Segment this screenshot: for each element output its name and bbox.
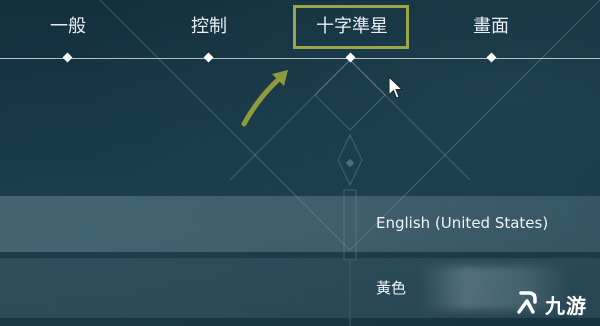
watermark-logo-icon xyxy=(517,291,537,314)
mouse-pointer-icon xyxy=(388,76,404,99)
tab-divider-line xyxy=(0,58,600,59)
watermark: 九游 xyxy=(515,286,595,320)
settings-tab-bar: 一般 控制 十字準星 畫面 xyxy=(0,0,600,60)
watermark-text: 九游 xyxy=(545,294,587,318)
tab-controls[interactable]: 控制 xyxy=(187,14,231,40)
color-setting-row[interactable]: 黃色 xyxy=(0,258,600,318)
language-value: English (United States) xyxy=(376,214,549,232)
tab-general[interactable]: 一般 xyxy=(46,14,90,40)
language-setting-row[interactable]: English (United States) xyxy=(0,196,600,252)
color-value: 黃色 xyxy=(376,279,407,297)
tab-highlight-box xyxy=(293,5,409,49)
tab-display[interactable]: 畫面 xyxy=(469,14,513,40)
annotation-arrow-icon xyxy=(241,70,288,127)
